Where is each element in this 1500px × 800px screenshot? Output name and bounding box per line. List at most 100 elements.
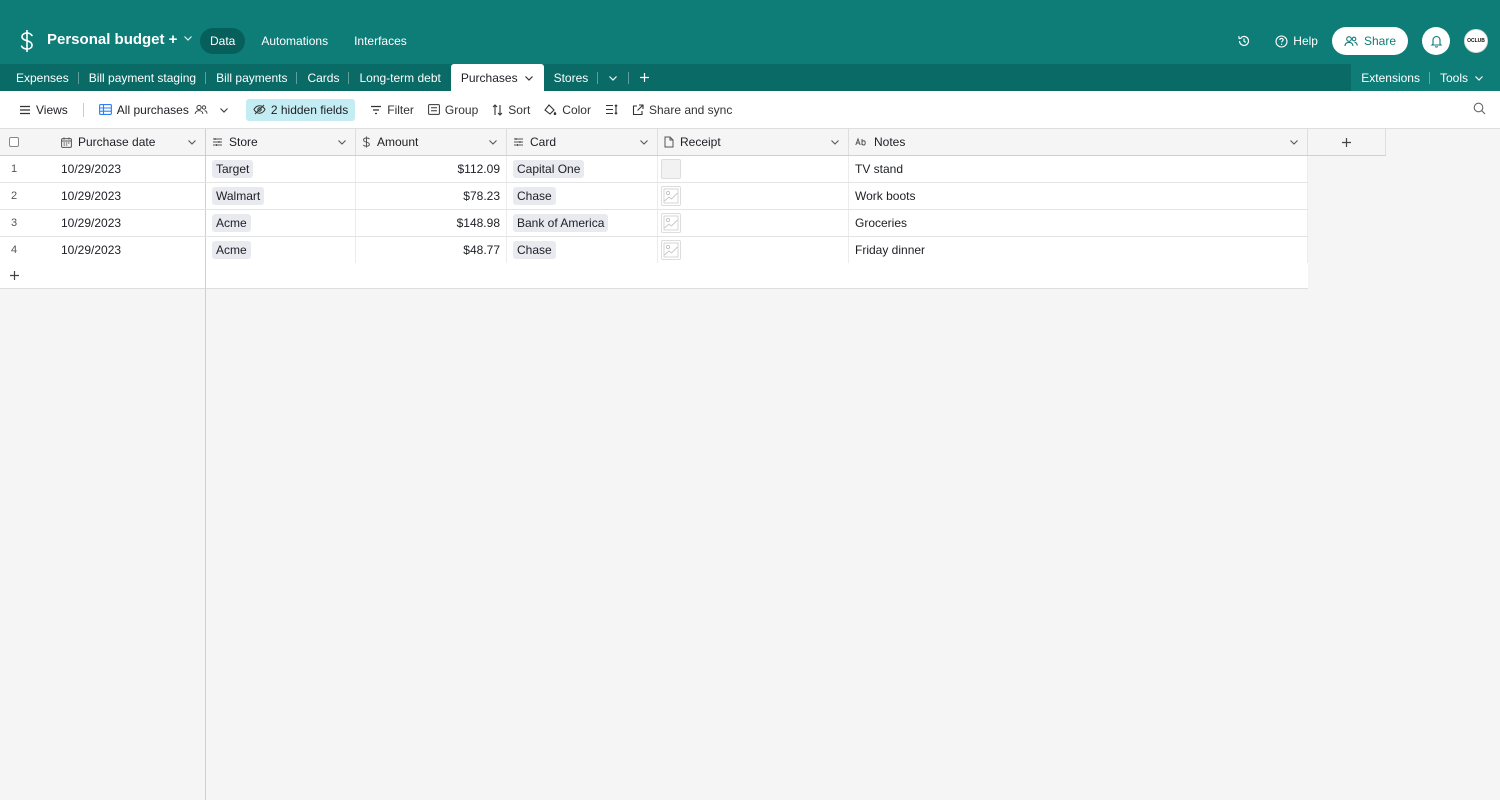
base-name-dropdown[interactable]: Personal budget +	[47, 31, 193, 48]
receipt-cell[interactable]	[658, 210, 849, 236]
table-row[interactable]: 2 10/29/2023 Walmart $78.23 Chase Work b…	[0, 183, 1308, 210]
card-cell[interactable]: Capital One	[507, 156, 658, 182]
tab-label: Bill payment staging	[88, 70, 197, 85]
table-row[interactable]: 4 10/29/2023 Acme $48.77 Chase Friday di…	[0, 237, 1308, 264]
views-button[interactable]: Views	[12, 99, 75, 121]
top-nav: Data Automations Interfaces	[200, 28, 417, 54]
tab-expenses[interactable]: Expenses	[6, 64, 79, 91]
hidden-fields-label: 2 hidden fields	[270, 102, 349, 117]
purchase-date-cell[interactable]: 10/29/2023	[55, 156, 206, 182]
link-record-icon	[514, 138, 523, 146]
all-tables-dropdown[interactable]	[598, 64, 628, 91]
view-switcher[interactable]: All purchases	[92, 99, 236, 121]
amount-cell[interactable]: $78.23	[356, 183, 507, 209]
select-all-checkbox[interactable]	[9, 137, 19, 147]
select-all-cell	[0, 129, 55, 155]
amount-cell[interactable]: $48.77	[356, 237, 507, 263]
sort-icon	[492, 103, 503, 116]
add-table-button[interactable]	[629, 64, 659, 91]
column-header-notes[interactable]: Notes	[849, 129, 1308, 155]
card-link-pill[interactable]: Capital One	[513, 160, 585, 178]
notes-cell[interactable]: Friday dinner	[849, 237, 1308, 263]
column-header-store[interactable]: Store	[206, 129, 356, 155]
dollar-logo-icon[interactable]	[17, 29, 37, 53]
tools-button[interactable]: Tools	[1430, 64, 1494, 91]
store-cell[interactable]: Acme	[206, 237, 356, 263]
amount-cell[interactable]: $148.98	[356, 210, 507, 236]
notes-cell[interactable]: Groceries	[849, 210, 1308, 236]
filter-button[interactable]: Filter	[363, 99, 421, 121]
column-header-receipt[interactable]: Receipt	[658, 129, 849, 155]
card-cell[interactable]: Bank of America	[507, 210, 658, 236]
tab-purchases[interactable]: Purchases	[450, 64, 544, 91]
notes-cell[interactable]: TV stand	[849, 156, 1308, 182]
card-link-pill[interactable]: Chase	[513, 187, 556, 205]
chevron-down-icon[interactable]	[524, 73, 534, 83]
table-row[interactable]: 3 10/29/2023 Acme $148.98 Bank of Americ…	[0, 210, 1308, 237]
notes-cell[interactable]: Work boots	[849, 183, 1308, 209]
store-cell[interactable]: Acme	[206, 210, 356, 236]
receipt-cell[interactable]	[658, 237, 849, 263]
receipt-thumbnail[interactable]	[661, 186, 681, 206]
tab-bill-payment-staging[interactable]: Bill payment staging	[79, 64, 207, 91]
app-header: Personal budget + Data Automations Inter…	[0, 0, 1500, 64]
column-header-amount[interactable]: Amount	[356, 129, 507, 155]
nav-automations[interactable]: Automations	[251, 28, 338, 54]
card-link-pill[interactable]: Bank of America	[513, 214, 609, 232]
tab-stores[interactable]: Stores	[544, 64, 599, 91]
store-link-pill[interactable]: Acme	[212, 241, 251, 259]
nav-interfaces[interactable]: Interfaces	[344, 28, 417, 54]
purchase-date-cell[interactable]: 10/29/2023	[55, 237, 206, 263]
row-number: 2	[11, 190, 18, 202]
receipt-thumbnail[interactable]	[661, 159, 681, 179]
chevron-down-icon[interactable]	[639, 137, 649, 147]
store-cell[interactable]: Target	[206, 156, 356, 182]
store-link-pill[interactable]: Walmart	[212, 187, 265, 205]
store-link-pill[interactable]: Acme	[212, 214, 251, 232]
chevron-down-icon[interactable]	[187, 137, 197, 147]
share-and-sync-button[interactable]: Share and sync	[625, 99, 739, 121]
tab-long-term-debt[interactable]: Long-term debt	[349, 64, 450, 91]
purchase-date-cell[interactable]: 10/29/2023	[55, 183, 206, 209]
receipt-thumbnail[interactable]	[661, 240, 681, 260]
amount-cell[interactable]: $112.09	[356, 156, 507, 182]
extensions-button[interactable]: Extensions	[1351, 64, 1430, 91]
row-height-button[interactable]	[598, 99, 625, 121]
store-link-pill[interactable]: Target	[212, 160, 254, 178]
tab-bill-payments[interactable]: Bill payments	[206, 64, 298, 91]
card-link-pill[interactable]: Chase	[513, 241, 556, 259]
receipt-cell[interactable]	[658, 156, 849, 182]
chevron-down-icon[interactable]	[1289, 137, 1299, 147]
chevron-down-icon[interactable]	[337, 137, 347, 147]
search-button[interactable]	[1473, 102, 1486, 118]
table-row[interactable]: 1 10/29/2023 Target $112.09 Capital One …	[0, 156, 1308, 183]
history-button[interactable]	[1237, 34, 1251, 48]
column-header-purchase-date[interactable]: Purchase date	[55, 129, 206, 155]
notifications-button[interactable]	[1422, 27, 1450, 55]
color-button[interactable]: Color	[537, 99, 598, 121]
chevron-down-icon[interactable]	[830, 137, 840, 147]
add-field-button[interactable]	[1308, 129, 1386, 156]
nav-data[interactable]: Data	[200, 28, 246, 54]
receipt-thumbnail[interactable]	[661, 213, 681, 233]
plus-icon	[1342, 137, 1351, 147]
receipt-cell[interactable]	[658, 183, 849, 209]
card-cell[interactable]: Chase	[507, 237, 658, 263]
chevron-down-icon[interactable]	[488, 137, 498, 147]
store-cell[interactable]: Walmart	[206, 183, 356, 209]
view-name: All purchases	[116, 102, 189, 117]
add-record-row[interactable]	[0, 263, 1308, 289]
user-avatar[interactable]: OCLUB	[1464, 29, 1488, 53]
column-header-card[interactable]: Card	[507, 129, 658, 155]
card-cell[interactable]: Chase	[507, 183, 658, 209]
link-record-icon	[213, 138, 222, 146]
share-button[interactable]: Share	[1331, 27, 1408, 55]
sort-button[interactable]: Sort	[485, 99, 537, 121]
tab-cards[interactable]: Cards	[297, 64, 350, 91]
group-button[interactable]: Group	[421, 99, 485, 121]
help-label: Help	[1293, 34, 1318, 48]
help-button[interactable]: Help	[1275, 34, 1318, 48]
purchase-date-cell[interactable]: 10/29/2023	[55, 210, 206, 236]
hidden-fields-button[interactable]: 2 hidden fields	[245, 98, 356, 121]
add-record-button[interactable]	[9, 270, 20, 284]
